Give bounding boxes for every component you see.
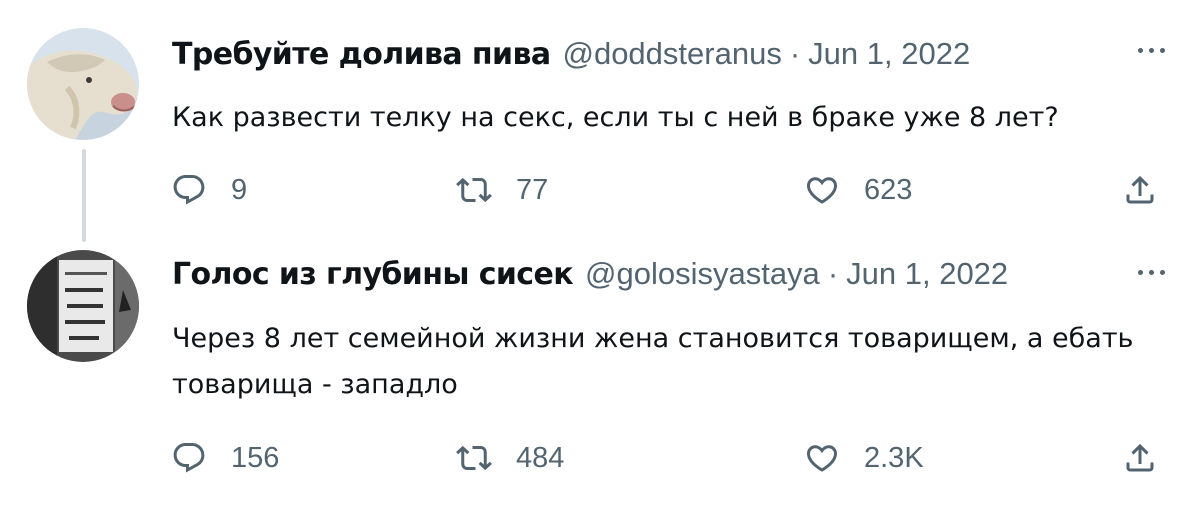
share-icon xyxy=(1126,443,1154,472)
share-icon xyxy=(1126,175,1154,204)
display-name[interactable]: Голос из глубины сисек xyxy=(172,257,574,292)
tweet-actions: 156 484 2.3K xyxy=(168,436,1168,480)
tweet-header: Требуйте долива пива @doddsteranus · Jun… xyxy=(172,36,970,76)
reply-count: 156 xyxy=(231,441,280,474)
retweet-icon xyxy=(456,445,492,471)
display-name[interactable]: Требуйте долива пива xyxy=(172,37,551,72)
like-button[interactable]: 2.3K xyxy=(804,436,924,480)
retweet-button[interactable]: 77 xyxy=(456,168,548,212)
share-button[interactable] xyxy=(1122,168,1158,212)
user-handle[interactable]: @golosisyastaya xyxy=(585,256,820,292)
retweet-count: 484 xyxy=(516,441,565,474)
like-button[interactable]: 623 xyxy=(804,168,912,212)
reply-button[interactable]: 9 xyxy=(171,168,247,212)
more-options-icon[interactable] xyxy=(1132,40,1170,60)
tweet-actions: 9 77 623 xyxy=(168,168,1168,212)
like-count: 623 xyxy=(864,173,913,206)
avatar[interactable] xyxy=(27,250,139,362)
reply-icon xyxy=(173,175,205,205)
thread-line xyxy=(82,149,86,242)
tweet-text: Через 8 лет семейной жизни жена становит… xyxy=(172,323,1134,400)
separator-dot: · xyxy=(827,256,839,291)
like-icon xyxy=(806,177,838,204)
tweet-text: Как развести телку на секс, если ты с не… xyxy=(172,102,1059,133)
separator-dot: · xyxy=(789,36,801,71)
more-options-icon[interactable] xyxy=(1132,262,1170,282)
tweet-date[interactable]: Jun 1, 2022 xyxy=(846,256,1008,292)
share-button[interactable] xyxy=(1122,436,1158,480)
like-count: 2.3K xyxy=(864,441,924,474)
avatar[interactable] xyxy=(27,28,139,140)
reply-button[interactable]: 156 xyxy=(171,436,279,480)
reply-count: 9 xyxy=(231,173,248,206)
tweet-header: Голос из глубины сисек @golosisyastaya ·… xyxy=(172,256,1008,296)
tweet-date[interactable]: Jun 1, 2022 xyxy=(808,36,970,72)
retweet-button[interactable]: 484 xyxy=(456,436,564,480)
retweet-count: 77 xyxy=(516,173,549,206)
like-icon xyxy=(806,445,838,472)
reply-icon xyxy=(173,443,205,473)
user-handle[interactable]: @doddsteranus xyxy=(562,36,781,72)
retweet-icon xyxy=(456,177,492,203)
